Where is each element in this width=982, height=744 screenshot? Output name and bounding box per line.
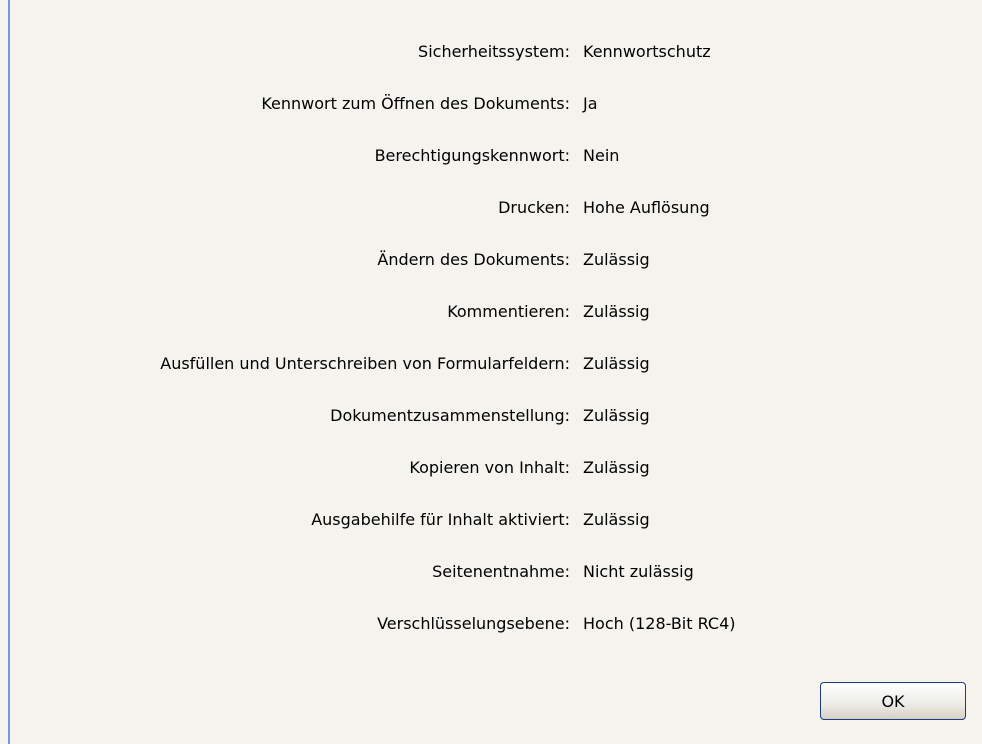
row-security-system: Sicherheitssystem: Kennwortschutz	[0, 30, 982, 82]
row-form-filling: Ausfüllen und Unterschreiben von Formula…	[0, 342, 982, 394]
security-details-list: Sicherheitssystem: Kennwortschutz Kennwo…	[0, 30, 982, 654]
row-changing-document: Ändern des Dokuments: Zulässig	[0, 238, 982, 290]
label-form-filling: Ausfüllen und Unterschreiben von Formula…	[160, 354, 570, 373]
value-page-extraction: Nicht zulässig	[583, 562, 694, 581]
label-accessibility: Ausgabehilfe für Inhalt aktiviert:	[311, 510, 570, 529]
value-security-system: Kennwortschutz	[583, 42, 711, 61]
label-encryption-level: Verschlüsselungsebene:	[377, 614, 570, 633]
row-printing: Drucken: Hohe Auflösung	[0, 186, 982, 238]
row-accessibility: Ausgabehilfe für Inhalt aktiviert: Zuläs…	[0, 498, 982, 550]
row-document-assembly: Dokumentzusammenstellung: Zulässig	[0, 394, 982, 446]
value-printing: Hohe Auflösung	[583, 198, 710, 217]
value-changing-document: Zulässig	[583, 250, 650, 269]
row-open-password: Kennwort zum Öffnen des Dokuments: Ja	[0, 82, 982, 134]
row-page-extraction: Seitenentnahme: Nicht zulässig	[0, 550, 982, 602]
value-open-password: Ja	[583, 94, 598, 113]
label-commenting: Kommentieren:	[447, 302, 570, 321]
label-open-password: Kennwort zum Öffnen des Dokuments:	[261, 94, 570, 113]
label-page-extraction: Seitenentnahme:	[432, 562, 570, 581]
label-security-system: Sicherheitssystem:	[418, 42, 570, 61]
value-accessibility: Zulässig	[583, 510, 650, 529]
value-document-assembly: Zulässig	[583, 406, 650, 425]
value-encryption-level: Hoch (128-Bit RC4)	[583, 614, 736, 633]
label-printing: Drucken:	[498, 198, 570, 217]
row-encryption-level: Verschlüsselungsebene: Hoch (128-Bit RC4…	[0, 602, 982, 654]
value-form-filling: Zulässig	[583, 354, 650, 373]
label-changing-document: Ändern des Dokuments:	[377, 250, 570, 269]
ok-button[interactable]: OK	[820, 682, 966, 720]
value-permissions-password: Nein	[583, 146, 620, 165]
label-document-assembly: Dokumentzusammenstellung:	[330, 406, 570, 425]
row-content-copying: Kopieren von Inhalt: Zulässig	[0, 446, 982, 498]
row-permissions-password: Berechtigungskennwort: Nein	[0, 134, 982, 186]
label-permissions-password: Berechtigungskennwort:	[374, 146, 570, 165]
label-content-copying: Kopieren von Inhalt:	[409, 458, 570, 477]
value-content-copying: Zulässig	[583, 458, 650, 477]
document-security-dialog: Sicherheitssystem: Kennwortschutz Kennwo…	[0, 0, 982, 744]
row-commenting: Kommentieren: Zulässig	[0, 290, 982, 342]
value-commenting: Zulässig	[583, 302, 650, 321]
